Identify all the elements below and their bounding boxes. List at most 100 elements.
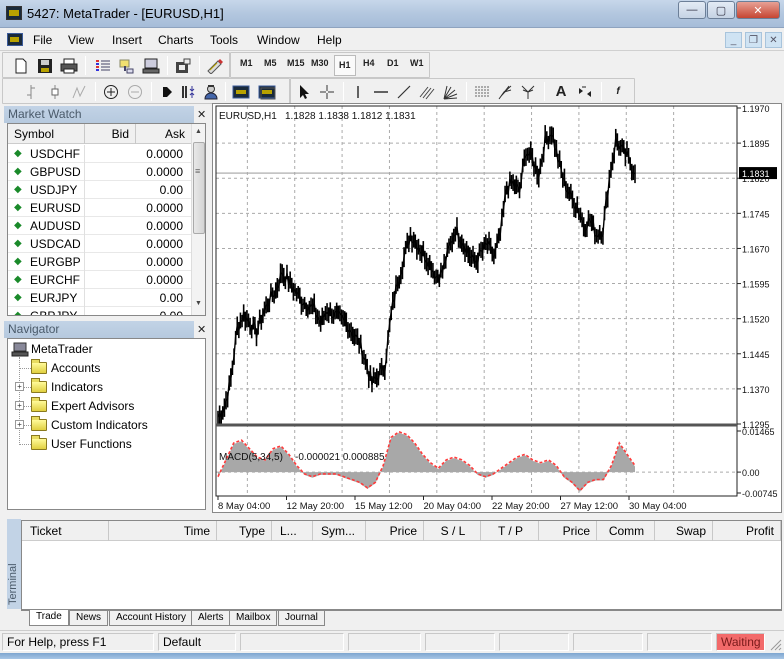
- chart-window-icon[interactable]: [7, 33, 23, 46]
- market-watch-scrollbar[interactable]: ▲ ≡ ▼: [191, 124, 205, 315]
- terminal-tab-alerts[interactable]: Alerts: [191, 611, 231, 626]
- timeframe-m15[interactable]: M15: [287, 58, 305, 68]
- terminal-tab-mailbox[interactable]: Mailbox: [229, 611, 278, 626]
- terminal-column-1[interactable]: Time: [109, 521, 217, 541]
- auto-scroll-icon[interactable]: [179, 82, 199, 101]
- terminal-column-2[interactable]: Type: [217, 521, 272, 541]
- maximize-button[interactable]: ▢: [707, 1, 735, 19]
- terminal-column-3[interactable]: L...: [272, 521, 313, 541]
- crosshair-icon[interactable]: [317, 82, 337, 101]
- arrows-icon[interactable]: [575, 82, 595, 101]
- column-divider: [84, 307, 85, 315]
- timeframe-w1[interactable]: W1: [410, 58, 424, 68]
- terminal-tab-trade[interactable]: Trade: [29, 610, 69, 626]
- navigator-icon[interactable]: [117, 56, 137, 75]
- timeframe-m1[interactable]: M1: [240, 58, 253, 68]
- terminal-tab-account-history[interactable]: Account History: [109, 611, 194, 626]
- menu-charts[interactable]: Charts: [158, 33, 193, 47]
- chart-window[interactable]: 1.1970 1.1895 1.1820 1.1745 1.1670 1.1595 1.15…: [212, 103, 782, 513]
- pitchfork-icon[interactable]: [495, 82, 515, 101]
- terminal-column-0[interactable]: Ticket: [22, 521, 109, 541]
- expert-advisor-icon[interactable]: [201, 82, 221, 101]
- template-icon[interactable]: [231, 82, 251, 101]
- timeframe-h4[interactable]: H4: [363, 58, 375, 68]
- candlestick-icon[interactable]: [45, 82, 65, 101]
- mdi-minimize-button[interactable]: _: [725, 32, 742, 48]
- mdi-restore-button[interactable]: ❐: [745, 32, 762, 48]
- new-order-icon[interactable]: [205, 56, 225, 75]
- menu-window[interactable]: Window: [257, 33, 300, 47]
- market-watch-row[interactable]: ◆ USDCHF 0.0000: [8, 145, 191, 163]
- channel-icon[interactable]: [417, 82, 437, 101]
- expand-icon[interactable]: +: [15, 401, 24, 410]
- minimize-button[interactable]: —: [678, 1, 706, 19]
- column-ask[interactable]: Ask: [136, 124, 191, 144]
- text-icon[interactable]: A: [551, 82, 571, 101]
- timeframe-h1[interactable]: H1: [334, 55, 356, 76]
- market-watch-row[interactable]: ◆ AUDUSD 0.0000: [8, 217, 191, 235]
- terminal-column-8[interactable]: Price: [539, 521, 597, 541]
- menu-tools[interactable]: Tools: [210, 33, 238, 47]
- timeframe-m30[interactable]: M30: [311, 58, 329, 68]
- terminal-column-10[interactable]: Swap: [655, 521, 713, 541]
- market-watch-icon[interactable]: [93, 56, 113, 75]
- expand-icon[interactable]: +: [15, 420, 24, 429]
- trendline-icon[interactable]: [394, 82, 414, 101]
- new-chart-icon[interactable]: [11, 56, 31, 75]
- terminal-tab-journal[interactable]: Journal: [278, 611, 325, 626]
- save-icon[interactable]: [35, 56, 55, 75]
- market-watch-row[interactable]: ◆ GBPUSD 0.0000: [8, 163, 191, 181]
- menu-help[interactable]: Help: [317, 33, 342, 47]
- chart-shift-icon[interactable]: [157, 82, 177, 101]
- scroll-down-icon[interactable]: ▼: [195, 300, 202, 307]
- navigator-close-icon[interactable]: ✕: [197, 323, 206, 336]
- line-chart-icon[interactable]: [69, 82, 89, 101]
- terminal-column-6[interactable]: S / L: [424, 521, 481, 541]
- fibo-fan-icon[interactable]: [518, 82, 538, 101]
- timeframe-d1[interactable]: D1: [387, 58, 399, 68]
- vertical-line-icon[interactable]: [348, 82, 368, 101]
- indicators-icon[interactable]: f: [608, 82, 628, 101]
- terminal-tab-news[interactable]: News: [69, 611, 109, 626]
- options-icon[interactable]: [173, 56, 193, 75]
- market-watch-row[interactable]: ◆ EURJPY 0.00: [8, 289, 191, 307]
- connection-status: Waiting: [716, 633, 765, 651]
- gann-fan-icon[interactable]: [440, 82, 460, 101]
- scroll-up-icon[interactable]: ▲: [195, 128, 202, 135]
- mdi-close-button[interactable]: ✕: [765, 32, 782, 48]
- folder-icon: [31, 397, 47, 412]
- market-watch-row[interactable]: ◆ EURUSD 0.0000: [8, 199, 191, 217]
- scrollbar-thumb[interactable]: [193, 142, 205, 234]
- timeframe-m5[interactable]: M5: [264, 58, 277, 68]
- menu-insert[interactable]: Insert: [112, 33, 142, 47]
- market-watch-row[interactable]: ◆ USDJPY 0.00: [8, 181, 191, 199]
- market-watch-row[interactable]: ◆ EURCHF 0.0000: [8, 271, 191, 289]
- period-icon[interactable]: [257, 82, 277, 101]
- menu-file[interactable]: File: [33, 33, 52, 47]
- print-icon[interactable]: [59, 56, 79, 75]
- terminal-column-5[interactable]: Price: [366, 521, 424, 541]
- market-watch-row[interactable]: ◆ GBPJPY 0.00: [8, 307, 191, 315]
- bar-chart-icon[interactable]: [21, 82, 41, 101]
- horizontal-line-icon[interactable]: [371, 82, 391, 101]
- zoom-in-icon[interactable]: [101, 82, 121, 101]
- terminal-column-11[interactable]: Profit: [713, 521, 781, 541]
- zoom-out-icon[interactable]: [125, 82, 145, 101]
- market-watch-close-icon[interactable]: ✕: [197, 108, 206, 121]
- column-bid[interactable]: Bid: [85, 124, 136, 144]
- terminal-column-4[interactable]: Sym...: [313, 521, 366, 541]
- fibonacci-icon[interactable]: [472, 82, 492, 101]
- terminal-icon[interactable]: [141, 56, 161, 75]
- market-watch-row[interactable]: ◆ EURGBP 0.0000: [8, 253, 191, 271]
- market-watch-row[interactable]: ◆ USDCAD 0.0000: [8, 235, 191, 253]
- column-symbol[interactable]: Symbol: [8, 124, 85, 144]
- terminal-column-9[interactable]: Comm: [597, 521, 655, 541]
- price-chart[interactable]: 1.19701.18951.18201.17451.16701.15951.15…: [213, 104, 783, 514]
- menu-view[interactable]: View: [68, 33, 94, 47]
- cursor-icon[interactable]: [294, 82, 314, 101]
- terminal-column-7[interactable]: T / P: [481, 521, 539, 541]
- resize-grip-icon[interactable]: [768, 637, 782, 651]
- expand-icon[interactable]: +: [15, 382, 24, 391]
- close-button[interactable]: ✕: [736, 1, 780, 19]
- folder-icon: [31, 378, 47, 393]
